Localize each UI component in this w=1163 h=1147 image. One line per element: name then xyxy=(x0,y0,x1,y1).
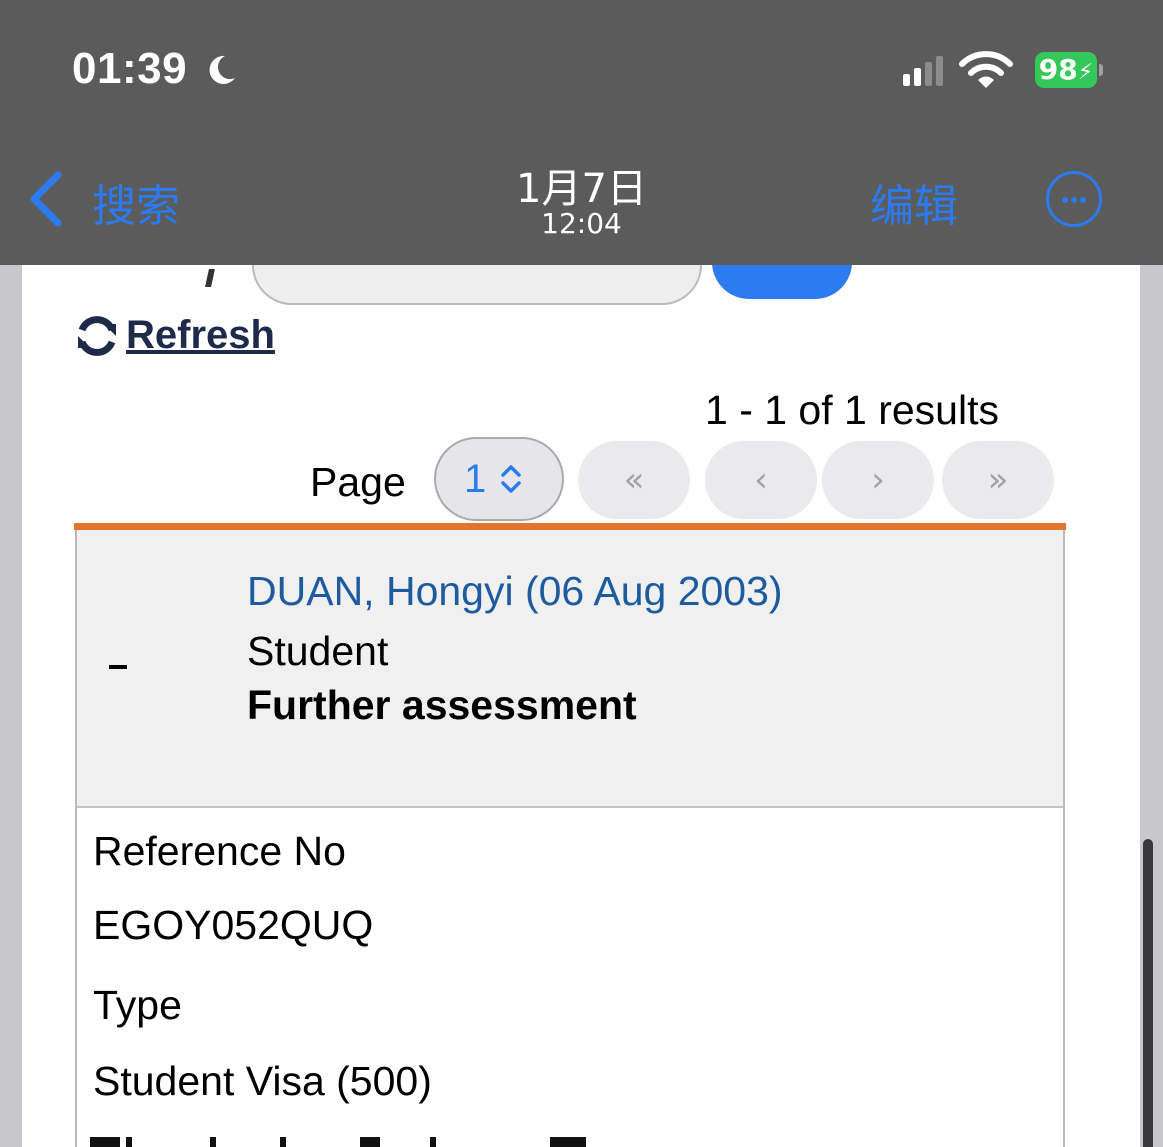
collapse-icon[interactable] xyxy=(109,665,127,669)
page-label: Page xyxy=(310,459,406,505)
nav-title-time: 12:04 xyxy=(541,207,622,240)
previous-page-button[interactable]: ‹ xyxy=(705,441,817,519)
battery-indicator: 98⚡ xyxy=(1035,52,1103,88)
field-value-type: Student Visa (500) xyxy=(93,1058,432,1104)
cutoff-next-field xyxy=(90,1137,650,1147)
first-page-button[interactable]: « xyxy=(578,441,690,519)
field-label-reference-no: Reference No xyxy=(93,828,346,874)
battery-level: 98 xyxy=(1038,53,1078,86)
nav-title-date: 1月7日 xyxy=(516,166,647,212)
signal-icon xyxy=(903,56,943,86)
chevron-updown-icon xyxy=(501,465,521,493)
cutoff-label xyxy=(205,269,215,287)
next-page-button[interactable]: › xyxy=(822,441,934,519)
more-options-icon[interactable] xyxy=(1046,171,1102,227)
charging-bolt-icon: ⚡ xyxy=(1077,60,1094,85)
last-page-button[interactable]: » xyxy=(942,441,1054,519)
page-select-value: 1 xyxy=(464,456,487,501)
status-time: 01:39 xyxy=(72,44,188,93)
applicant-role: Student xyxy=(247,628,389,674)
results-count: 1 - 1 of 1 results xyxy=(705,387,999,433)
field-value-reference-no: EGOY052QUQ xyxy=(93,902,374,948)
result-item: DUAN, Hongyi (06 Aug 2003) Student Furth… xyxy=(75,530,1065,1147)
field-label-type: Type xyxy=(93,982,182,1028)
wifi-icon xyxy=(959,51,1013,88)
result-header[interactable]: DUAN, Hongyi (06 Aug 2003) Student Furth… xyxy=(77,530,1063,808)
refresh-link[interactable]: Refresh xyxy=(74,313,275,358)
search-button[interactable] xyxy=(712,265,852,299)
application-status: Further assessment xyxy=(247,682,637,728)
filter-input[interactable] xyxy=(252,265,702,305)
top-bar: 01:39 98⚡ 搜索 1月7日 12:04 编辑 xyxy=(0,0,1163,265)
scrollbar-thumb[interactable] xyxy=(1143,839,1153,1147)
page-select[interactable]: 1 xyxy=(434,437,564,521)
refresh-icon xyxy=(78,315,116,356)
web-page: Refresh 1 - 1 of 1 results Page 1 « ‹ › … xyxy=(0,265,1163,1147)
content-card: Refresh 1 - 1 of 1 results Page 1 « ‹ › … xyxy=(22,265,1140,1147)
edit-button[interactable]: 编辑 xyxy=(870,170,958,234)
moon-icon xyxy=(209,55,235,84)
refresh-label[interactable]: Refresh xyxy=(126,313,275,358)
applicant-name-link[interactable]: DUAN, Hongyi (06 Aug 2003) xyxy=(247,568,783,615)
result-accent-bar xyxy=(74,523,1066,530)
